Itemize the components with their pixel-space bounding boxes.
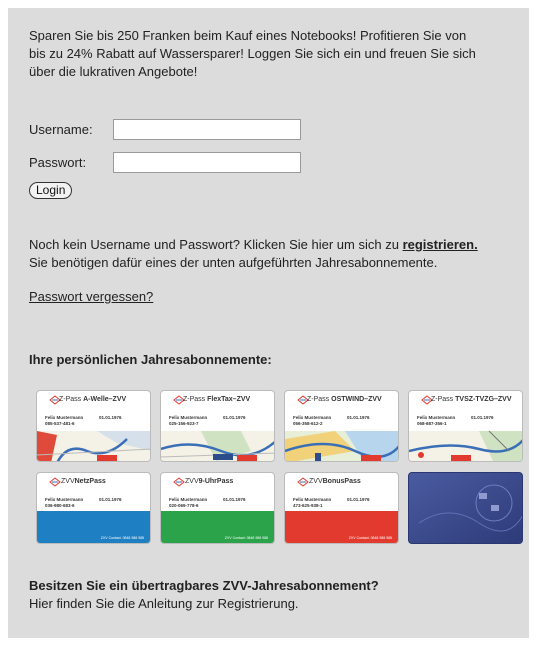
ticket-icon: [173, 477, 185, 487]
card-number: 020-069-778-6: [169, 503, 199, 508]
register-requirement: Sie benötigen dafür eines der unten aufg…: [29, 255, 438, 270]
promo-line: Sparen Sie bis 250 Franken beim Kauf ein…: [29, 28, 467, 43]
card-title: Z-Pass FlexTax–ZVV: [183, 396, 251, 403]
transfer-heading: Besitzen Sie ein übertragbares ZVV-Jahre…: [29, 578, 379, 593]
card-footer: ZVV Contact: 0848 988 988: [224, 536, 268, 540]
card-z-pass-tvsz-tvzg[interactable]: Z-Pass TVSZ-TVZG–ZVV Felix Mustermann 01…: [408, 390, 523, 462]
card-holder: Felix Mustermann: [293, 497, 332, 502]
card-number: 056-358-612-2: [293, 421, 323, 426]
card-z-pass-a-welle[interactable]: Z-Pass A-Welle–ZVV Felix Mustermann 01.0…: [36, 390, 151, 462]
promo-line: bis zu 24% Rabatt auf Wassersparer! Logg…: [29, 46, 476, 61]
card-date: 01.01.1976: [99, 415, 122, 420]
card-title: Z-Pass OSTWIND–ZVV: [307, 396, 382, 403]
register-link[interactable]: registrieren.: [403, 237, 478, 252]
card-zvv-9-uhrpass[interactable]: ZVV9-UhrPass Felix Mustermann 01.01.1976…: [160, 472, 275, 544]
card-blue-pass[interactable]: [408, 472, 523, 544]
card-date: 01.01.1976: [99, 497, 122, 502]
card-title: ZVV9-UhrPass: [185, 478, 234, 485]
card-z-pass-ostwind[interactable]: Z-Pass OSTWIND–ZVV Felix Mustermann 01.0…: [284, 390, 399, 462]
card-number: 085-537-481-6: [45, 421, 75, 426]
register-text: Noch kein Username und Passwort? Klicken…: [29, 236, 519, 272]
card-number: 025-156-923-7: [169, 421, 199, 426]
card-holder: Felix Mustermann: [45, 415, 84, 420]
ticket-icon: [49, 477, 61, 487]
login-button[interactable]: Login: [29, 182, 73, 199]
card-title: Z-Pass A-Welle–ZVV: [59, 396, 127, 403]
card-holder: Felix Mustermann: [169, 415, 208, 420]
promo-text: Sparen Sie bis 250 Franken beim Kauf ein…: [29, 27, 519, 81]
card-date: 01.01.1976: [223, 497, 246, 502]
register-prompt: Noch kein Username und Passwort? Klicken…: [29, 237, 403, 252]
username-label: Username:: [29, 122, 93, 137]
card-z-pass-flextax[interactable]: Z-Pass FlexTax–ZVV Felix Mustermann 01.0…: [160, 390, 275, 462]
card-date: 01.01.1976: [347, 497, 370, 502]
card-footer: ZVV Contact: 0848 988 988: [348, 536, 392, 540]
card-zvv-bonuspass[interactable]: ZVVBonusPass Felix Mustermann 01.01.1976…: [284, 472, 399, 544]
card-holder: Felix Mustermann: [293, 415, 332, 420]
card-title: Z-Pass TVSZ-TVZG–ZVV: [431, 396, 512, 403]
card-zvv-netzpass[interactable]: ZVVNetzPass Felix Mustermann 01.01.1976 …: [36, 472, 151, 544]
password-label: Passwort:: [29, 155, 87, 170]
card-footer: ZVV Contact: 0848 988 988: [100, 536, 144, 540]
card-number: 036-980-683-6: [45, 503, 75, 508]
card-holder: Felix Mustermann: [417, 415, 456, 420]
card-holder: Felix Mustermann: [169, 497, 208, 502]
card-title: ZVVBonusPass: [309, 478, 361, 485]
username-input[interactable]: [113, 119, 301, 140]
card-date: 01.01.1976: [471, 415, 494, 420]
card-holder: Felix Mustermann: [45, 497, 84, 502]
ticket-icon: [297, 477, 309, 487]
card-date: 01.01.1976: [223, 415, 246, 420]
forgot-password-link[interactable]: Passwort vergessen?: [29, 289, 153, 304]
subscriptions-heading: Ihre persönlichen Jahresabonnemente:: [29, 352, 272, 367]
transfer-section: Besitzen Sie ein übertragbares ZVV-Jahre…: [29, 577, 519, 613]
card-date: 01.01.1976: [347, 415, 370, 420]
card-title: ZVVNetzPass: [61, 478, 106, 485]
forgot-password-container: Passwort vergessen?: [29, 288, 519, 306]
promo-line: über die lukrativen Angebote!: [29, 64, 198, 79]
card-pattern: [409, 473, 522, 543]
card-number: 068-687-356-1: [417, 421, 447, 426]
password-input[interactable]: [113, 152, 301, 173]
card-number: 473-625-938-1: [293, 503, 323, 508]
transfer-text: Hier finden Sie die Anleitung zur Regist…: [29, 596, 299, 611]
